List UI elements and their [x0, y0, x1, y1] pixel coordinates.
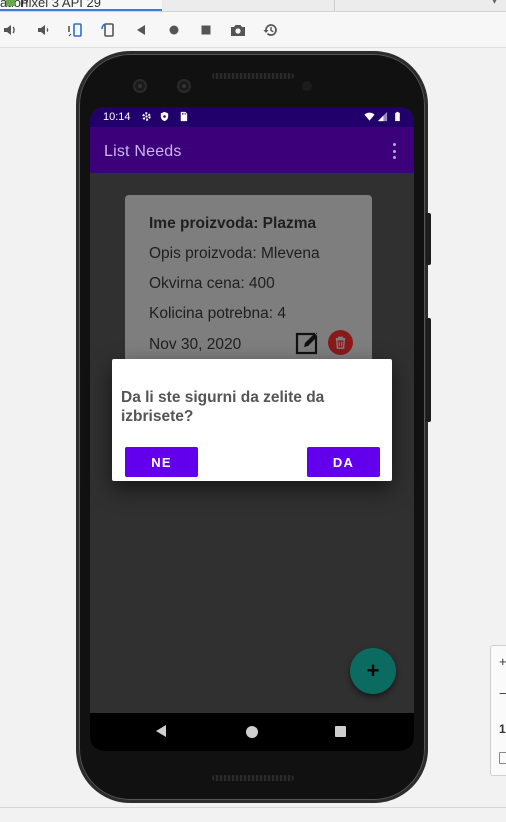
zoom-out-button[interactable]: −	[499, 686, 506, 701]
nav-back-icon[interactable]	[156, 725, 166, 737]
bottom-speaker	[212, 775, 294, 781]
overview-icon[interactable]	[195, 20, 217, 40]
app-bar: List Needs	[90, 127, 414, 173]
volume-rocker[interactable]	[426, 318, 431, 422]
zoom-panel: + − 1:	[490, 645, 506, 776]
product-name: Ime proizvoda: Plazma	[149, 215, 317, 232]
fit-screen-icon[interactable]	[499, 752, 506, 764]
status-bar: 10:14	[90, 107, 414, 127]
window-bottom-border	[0, 807, 506, 808]
system-nav-bar	[90, 713, 414, 751]
front-camera-icon	[177, 79, 191, 93]
status-time: 10:14	[103, 111, 131, 123]
settings-icon	[142, 112, 151, 121]
product-date: Nov 30, 2020	[149, 336, 242, 353]
rotate-left-icon[interactable]	[64, 20, 86, 40]
product-price: Okvirna cena: 400	[149, 275, 275, 292]
delete-button[interactable]	[328, 330, 353, 355]
list-item[interactable]: Ime proizvoda: Plazma Opis proizvoda: Ml…	[125, 195, 372, 365]
dialog-message: Da li ste sigurni da zelite da izbrisete…	[121, 389, 325, 425]
wifi-icon	[364, 112, 375, 121]
emulator-window: ation Pixel 3 API 29 ▾	[0, 0, 506, 822]
overflow-menu-icon[interactable]	[390, 143, 398, 159]
sd-card-icon	[180, 111, 188, 122]
front-camera-icon	[133, 79, 147, 93]
volume-down-icon[interactable]	[33, 20, 55, 40]
tab-emulator-label: Pixel 3 API 29	[20, 0, 101, 10]
edit-icon[interactable]	[295, 330, 321, 356]
tab-menu-icon[interactable]: ▾	[492, 0, 497, 7]
power-button[interactable]	[426, 213, 431, 265]
rotate-right-icon[interactable]	[98, 20, 120, 40]
proximity-sensor	[302, 81, 312, 91]
product-description: Opis proizvoda: Mlevena	[149, 245, 320, 262]
emulator-toolbar	[0, 12, 506, 48]
yes-button[interactable]: DA	[307, 447, 380, 477]
tab-emulator[interactable]: Pixel 3 API 29	[0, 0, 162, 11]
shield-icon	[160, 111, 169, 122]
confirm-delete-dialog: Da li ste sigurni da zelite da izbrisete…	[112, 359, 392, 481]
home-icon[interactable]	[163, 20, 185, 40]
android-icon	[6, 0, 15, 6]
page-title: List Needs	[104, 143, 182, 160]
back-icon[interactable]	[130, 20, 152, 40]
nav-home-icon[interactable]	[246, 726, 258, 738]
add-need-button[interactable]: +	[350, 648, 396, 694]
trash-icon	[335, 336, 346, 349]
camera-icon[interactable]	[227, 20, 249, 40]
battery-icon	[395, 111, 400, 122]
cell-signal-icon	[377, 111, 388, 122]
product-quantity: Kolicina potrebna: 4	[149, 305, 287, 322]
nav-recents-icon[interactable]	[335, 726, 346, 737]
zoom-in-button[interactable]: +	[499, 654, 506, 669]
snapshot-icon[interactable]	[260, 20, 282, 40]
earpiece-speaker	[212, 73, 294, 79]
tab-strip: ation Pixel 3 API 29 ▾	[0, 0, 506, 12]
no-button[interactable]: NE	[125, 447, 198, 477]
zoom-ratio-button[interactable]: 1:	[499, 722, 506, 736]
volume-up-icon[interactable]	[0, 20, 22, 40]
tab-divider	[334, 0, 335, 11]
